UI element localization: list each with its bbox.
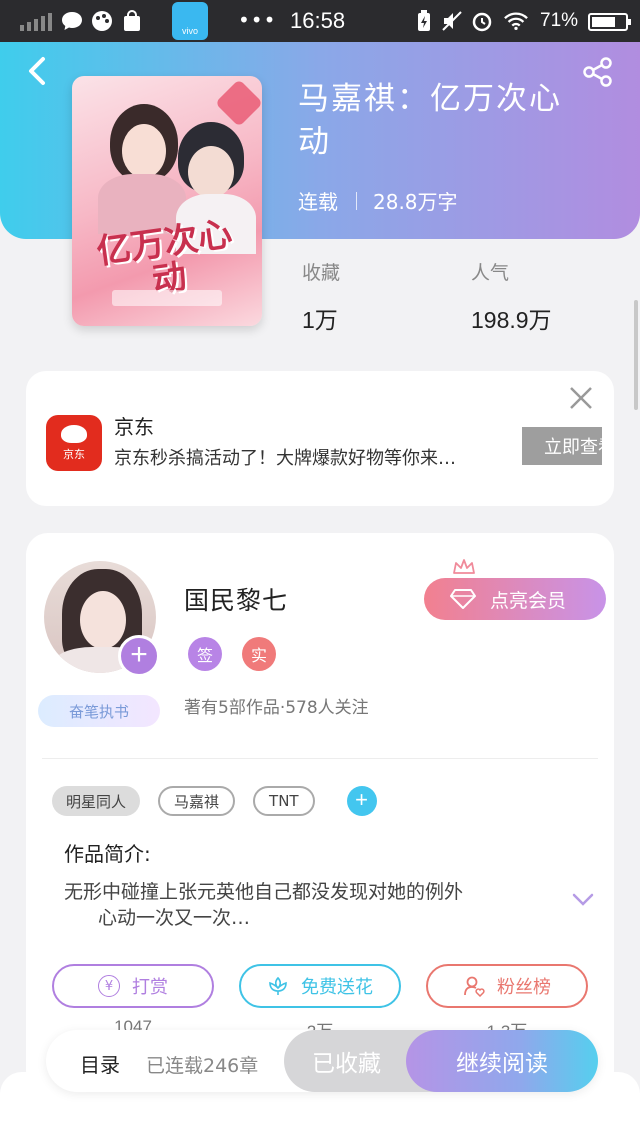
favorited-label: 已收藏 [312,1051,381,1077]
author-stats: 著有5部作品·578人关注 [184,698,369,718]
crown-icon [453,559,475,574]
charging-icon [412,9,436,33]
bottom-action-bar: 目录 已连载246章 已收藏 继续阅读 [46,1030,598,1092]
palette-icon [90,9,114,33]
shopping-bag-icon [120,9,144,33]
ad-cta-button[interactable]: 立即查看 [522,427,602,465]
battery-fill [592,17,615,27]
book-title: 马嘉祺：亿万次心动 [298,81,562,160]
battery-percent: 71% [540,10,579,31]
send-flower-label: 免费送花 [301,977,373,998]
ad-close-button[interactable] [566,383,596,413]
intro-text: 无形中碰撞上张元英他自己都没发现对她的例外 心动一次又一次… [64,879,554,931]
jd-dog-icon [61,424,87,443]
message-icon [60,9,84,33]
battery-icon [588,13,631,31]
continue-reading-button[interactable]: 继续阅读 [406,1030,598,1092]
tag-item[interactable]: 明星同人 [52,786,141,816]
jd-logo: 京东 [46,415,102,471]
vip-button[interactable]: 点亮会员 [424,578,606,620]
toc-button[interactable]: 目录 [80,1049,120,1078]
stat-label: 收藏 [302,262,341,284]
intro-line: 无形中碰撞上张元英他自己都没发现对她的例外 [64,881,464,903]
yuan-icon: ¥ [98,975,120,997]
book-status: 连载 [298,190,338,214]
send-flower-button[interactable]: 免费送花 [239,964,401,1008]
status-bar: vivo ••• 16:58 71% [0,0,640,42]
chapter-count: 已连载246章 [146,1055,259,1077]
fan-ranking-label: 粉丝榜 [497,977,551,998]
clock: 16:58 [290,8,346,33]
wifi-icon [504,9,528,33]
signal-icon [20,13,52,31]
signed-tag: 签 [188,637,222,671]
fan-ranking-button[interactable]: 粉丝榜 [426,964,588,1008]
tag-item[interactable]: 马嘉祺 [158,786,236,816]
book-meta: 连载 28.8万字 [298,186,458,215]
continue-reading-label: 继续阅读 [456,1051,548,1077]
chevron-down-icon[interactable] [572,893,594,907]
add-tag-button[interactable]: + [346,786,377,816]
follow-author-button[interactable]: + [118,635,160,677]
stat-value: 1万 [302,307,338,333]
stat-popularity: 人气 198.9万 [471,258,552,335]
diamond-icon [450,589,476,609]
back-button[interactable] [22,54,52,88]
author-badge: 奋笔执书 [38,695,160,727]
cover-girl-face [122,124,166,178]
avatar-face [80,591,126,649]
stat-favorites: 收藏 1万 [302,258,340,335]
reward-label: 打赏 [132,977,168,998]
tag-item[interactable]: TNT [253,786,315,816]
cover-band [112,290,222,306]
stat-value: 198.9万 [471,307,552,333]
flower-icon [267,975,289,997]
reward-button[interactable]: ¥ 打赏 [52,964,214,1008]
author-name[interactable]: 国民黎七 [184,581,288,617]
alarm-icon [470,9,494,33]
stat-label: 人气 [471,262,510,284]
back-arrow-icon [29,57,45,85]
tag-list: 明星同人 马嘉祺 TNT + [52,786,377,816]
intro-line: 心动一次又一次… [98,907,251,929]
cover-boy-face [188,146,234,198]
book-word-count: 28.8万字 [373,190,458,214]
more-notifications: ••• [238,8,277,32]
book-detail-card: + 奋笔执书 国民黎七 签 实 著有5部作品·578人关注 点亮会员 明星同人 … [26,533,614,1093]
meta-divider [356,191,357,210]
vivo-app-icon: vivo [172,2,208,40]
cover-heart-decoration [214,78,262,128]
ad-description: 京东秒杀搞活动了！大牌爆款好物等你来… [114,448,456,469]
mute-icon [440,9,464,33]
ad-name: 京东 [114,415,154,439]
scrollbar[interactable] [634,300,638,410]
verified-tag: 实 [242,637,276,671]
fan-user-icon [463,975,485,997]
section-divider [42,758,598,759]
ad-card[interactable]: 京东 京东 京东秒杀搞活动了！大牌爆款好物等你来… 立即查看 [26,371,614,506]
intro-heading: 作品简介: [64,842,151,866]
vip-button-label: 点亮会员 [490,589,567,612]
book-cover[interactable]: 亿万次心动 [72,76,262,326]
close-icon [570,387,592,409]
